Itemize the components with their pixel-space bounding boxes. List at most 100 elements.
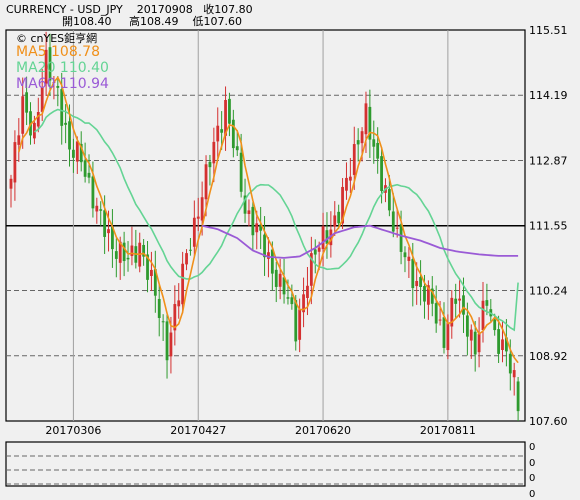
- candle-body: [407, 256, 411, 261]
- candle-body: [204, 164, 208, 200]
- candle-body: [255, 223, 259, 233]
- candle-body: [469, 329, 473, 341]
- candle-body: [356, 140, 360, 145]
- y-tick-label: 108.92: [529, 350, 568, 363]
- volume-tick-label: 0: [529, 473, 535, 484]
- volume-panel-frame: [5, 441, 526, 487]
- candle-body: [216, 125, 220, 142]
- candle-body: [364, 103, 368, 135]
- candle-body: [512, 370, 516, 378]
- x-tick-label: 20170427: [170, 424, 226, 437]
- candle-body: [481, 300, 485, 331]
- volume-tick-label: 0: [529, 442, 535, 453]
- candle-body: [161, 321, 165, 323]
- candle-body: [395, 227, 399, 229]
- candle-body: [247, 210, 251, 215]
- candle-body: [21, 96, 25, 134]
- candle-body: [399, 224, 403, 252]
- candle-body: [337, 211, 341, 224]
- candle-body: [387, 189, 391, 211]
- candle-body: [177, 300, 181, 307]
- x-tick-label: 20170620: [295, 424, 351, 437]
- candle-body: [501, 339, 504, 350]
- candle-body: [290, 297, 294, 305]
- candle-body: [122, 242, 126, 262]
- candle-body: [345, 177, 348, 191]
- candle-body: [239, 152, 243, 192]
- candle-body: [196, 216, 200, 219]
- candle-body: [462, 295, 465, 315]
- candle-body: [278, 273, 282, 287]
- candle-body: [9, 178, 13, 189]
- candle-body: [103, 210, 107, 237]
- candle-body: [235, 146, 239, 151]
- candle-body: [64, 122, 68, 125]
- candle-body: [231, 119, 235, 149]
- price-chart: 115.51 114.19 112.87 111.55 110.24 108.92 107.…: [5, 24, 568, 500]
- candle-body: [313, 249, 317, 255]
- candle-body: [192, 217, 196, 247]
- candle-body: [333, 215, 337, 227]
- candle-body: [212, 141, 216, 164]
- candle-body: [270, 249, 274, 274]
- y-tick-label: 107.60: [529, 415, 568, 428]
- candle-body: [423, 286, 426, 302]
- candle-body: [477, 333, 481, 353]
- y-tick-label: 114.19: [529, 89, 568, 102]
- legend-ma5: MA5 108.78: [16, 44, 100, 60]
- candle-body: [274, 269, 278, 287]
- candle-body: [36, 112, 40, 127]
- candle-body: [516, 381, 520, 412]
- candle-body: [438, 319, 442, 321]
- candle-body: [72, 149, 75, 158]
- candle-body: [107, 229, 110, 234]
- candle-body: [497, 329, 500, 354]
- candle-body: [465, 315, 469, 337]
- candle-body: [91, 176, 95, 209]
- candle-body: [60, 89, 64, 126]
- candle-body: [321, 226, 325, 250]
- candle-body: [458, 298, 461, 301]
- candle-body: [325, 230, 329, 244]
- candle-body: [130, 245, 134, 256]
- candle-body: [263, 234, 266, 258]
- legend-ma20: MA20 110.40: [16, 60, 109, 76]
- candle-body: [25, 92, 29, 113]
- candle-body: [165, 321, 169, 361]
- candle-body: [68, 121, 71, 150]
- candle-body: [83, 160, 87, 177]
- candle-body: [99, 209, 103, 211]
- candle-body: [442, 317, 446, 348]
- candle-body: [434, 303, 438, 324]
- candle-body: [200, 197, 204, 221]
- candle-body: [306, 285, 309, 298]
- candle-body: [150, 269, 153, 276]
- volume-tick-label: 0: [529, 489, 535, 500]
- candle-body: [473, 331, 477, 355]
- candle-body: [317, 247, 321, 252]
- candle-body: [348, 176, 352, 181]
- candle-body: [189, 249, 192, 251]
- candle-body: [372, 139, 376, 147]
- y-tick-label: 110.24: [529, 285, 568, 298]
- candle-body: [403, 252, 407, 258]
- y-tick-label: 112.87: [529, 154, 568, 167]
- candle-body: [228, 98, 231, 124]
- candle-body: [220, 129, 224, 133]
- candle-body: [208, 161, 212, 168]
- candle-body: [380, 156, 383, 191]
- candle-body: [185, 253, 188, 265]
- candle-body: [181, 263, 185, 305]
- candle-body: [13, 142, 17, 183]
- candle-body: [286, 297, 290, 299]
- candle-body: [75, 141, 79, 162]
- candle-body: [419, 277, 422, 287]
- candle-body: [169, 332, 173, 357]
- candle-body: [446, 322, 450, 351]
- candle-body: [415, 280, 419, 287]
- candle-body: [157, 298, 161, 318]
- volume-tick-label: 0: [529, 458, 535, 469]
- candle-body: [95, 205, 99, 212]
- candle-body: [391, 211, 395, 232]
- candle-body: [411, 259, 415, 289]
